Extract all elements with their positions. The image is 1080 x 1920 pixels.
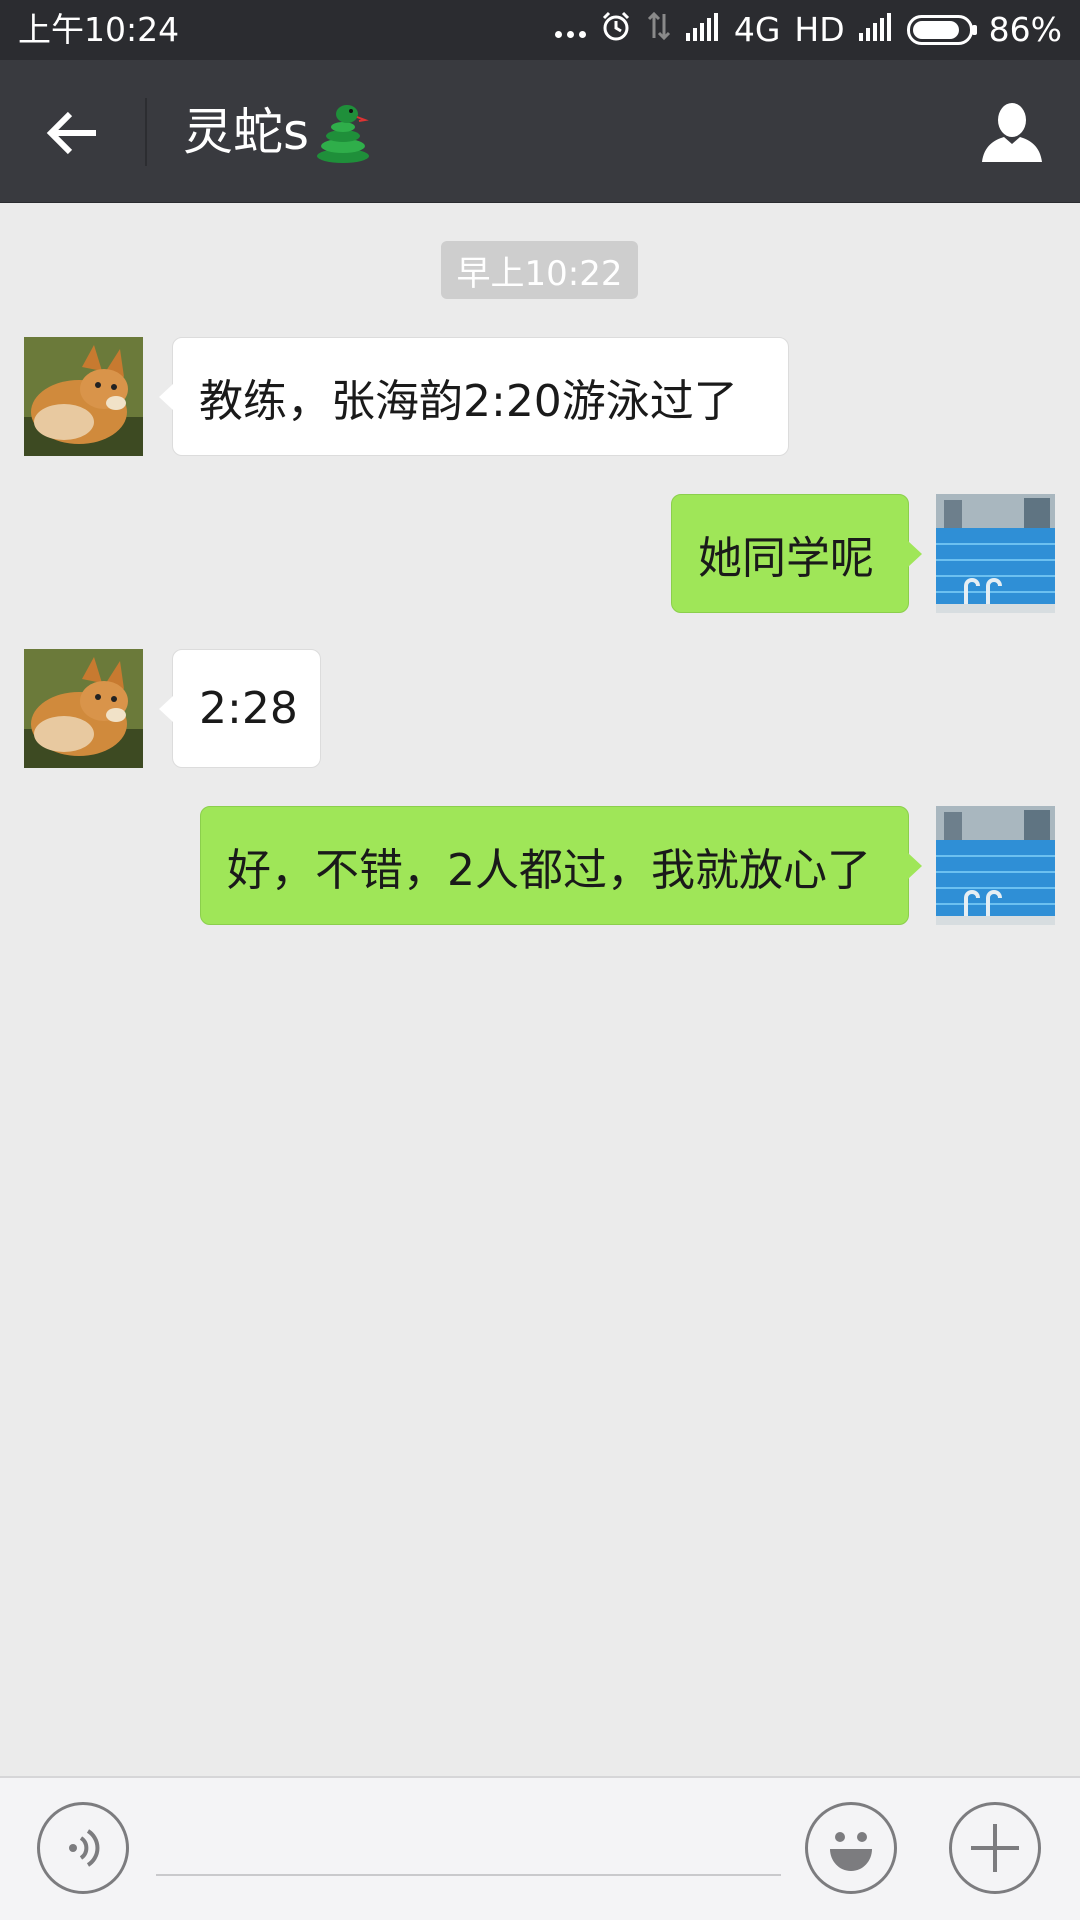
chat-input-bar (0, 1776, 1080, 1920)
chat-header: 灵蛇s (0, 60, 1080, 203)
contact-profile-button[interactable] (974, 94, 1050, 170)
plus-icon (971, 1824, 1019, 1872)
battery-percent: 86% (988, 10, 1062, 49)
battery-indicator: 86% (906, 10, 1062, 50)
pool-avatar-icon (936, 494, 1055, 613)
voice-input-button[interactable] (37, 1802, 129, 1894)
header-divider (145, 98, 147, 166)
contact-name: 灵蛇s (183, 103, 310, 161)
message-input[interactable] (156, 1806, 781, 1876)
alarm-clock-icon (600, 10, 632, 51)
contact-avatar[interactable] (24, 337, 143, 456)
pool-avatar-icon (936, 806, 1055, 925)
person-icon (982, 103, 1042, 162)
message-text: 她同学呢 (698, 532, 874, 584)
message-bubble-incoming[interactable]: 2:28 (159, 649, 321, 768)
fox-avatar-icon (24, 649, 143, 768)
battery-icon (906, 15, 977, 45)
voice-icon (69, 1829, 100, 1867)
status-time: 上午10:24 (18, 10, 180, 49)
message-text: 教练，张海韵2:20游泳过了 (199, 375, 738, 427)
message-text: 2:28 (199, 683, 298, 734)
more-notifications-icon (554, 23, 586, 38)
back-button[interactable] (30, 90, 115, 175)
network-type-label: 4G (733, 10, 781, 49)
emoji-button[interactable] (805, 1802, 897, 1894)
snake-emoji-icon (313, 100, 373, 164)
message-bubble-incoming[interactable]: 教练，张海韵2:20游泳过了 (159, 337, 789, 456)
status-bar: 上午10:24 4G HD 86% (0, 0, 1080, 60)
back-arrow-icon (46, 111, 96, 154)
chat-title: 灵蛇s (183, 96, 373, 168)
signal-strength-icon-2 (858, 10, 893, 50)
message-timestamp: 早上10:22 (441, 241, 638, 299)
more-options-button[interactable] (949, 1802, 1041, 1894)
message-bubble-outgoing[interactable]: 她同学呢 (671, 494, 922, 613)
fox-avatar-icon (24, 337, 143, 456)
smiley-icon (830, 1832, 872, 1871)
message-text: 好，不错，2人都过，我就放心了 (227, 844, 871, 896)
data-transfer-icon (646, 10, 672, 51)
signal-strength-icon (685, 10, 720, 50)
my-avatar[interactable] (936, 806, 1055, 925)
my-avatar[interactable] (936, 494, 1055, 613)
contact-avatar[interactable] (24, 649, 143, 768)
status-icons: 4G HD 86% (554, 10, 1062, 51)
message-bubble-outgoing[interactable]: 好，不错，2人都过，我就放心了 (200, 806, 922, 925)
hd-label: HD (794, 10, 845, 49)
